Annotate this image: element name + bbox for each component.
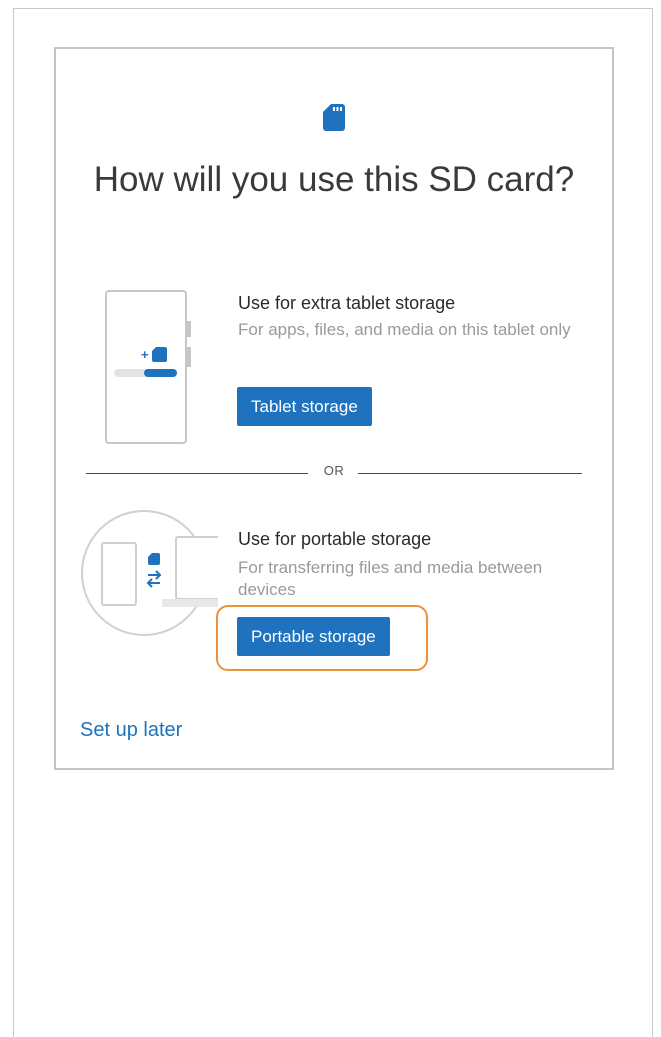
divider-left xyxy=(86,473,308,474)
sd-card-icon xyxy=(323,104,345,131)
option-portable-description: For transferring files and media between… xyxy=(238,558,543,599)
dialog-title: How will you use this SD card? xyxy=(93,160,575,199)
sd-card-setup-dialog: How will you use this SD card? + Use for… xyxy=(54,47,614,770)
divider-or-label: OR xyxy=(323,463,345,478)
option-portable-title: Use for portable storage xyxy=(238,529,432,549)
option-tablet-description: For apps, files, and media on this table… xyxy=(238,320,571,339)
portable-transfer-illustration xyxy=(81,510,218,636)
divider-right xyxy=(358,473,582,474)
tablet-internal-storage-illustration: + xyxy=(105,290,191,444)
option-tablet-title: Use for extra tablet storage xyxy=(238,293,456,313)
set-up-later-link[interactable]: Set up later xyxy=(80,719,182,742)
portable-storage-button[interactable]: Portable storage xyxy=(237,617,390,656)
svg-text:+: + xyxy=(141,347,149,362)
tablet-storage-button[interactable]: Tablet storage xyxy=(237,387,372,426)
